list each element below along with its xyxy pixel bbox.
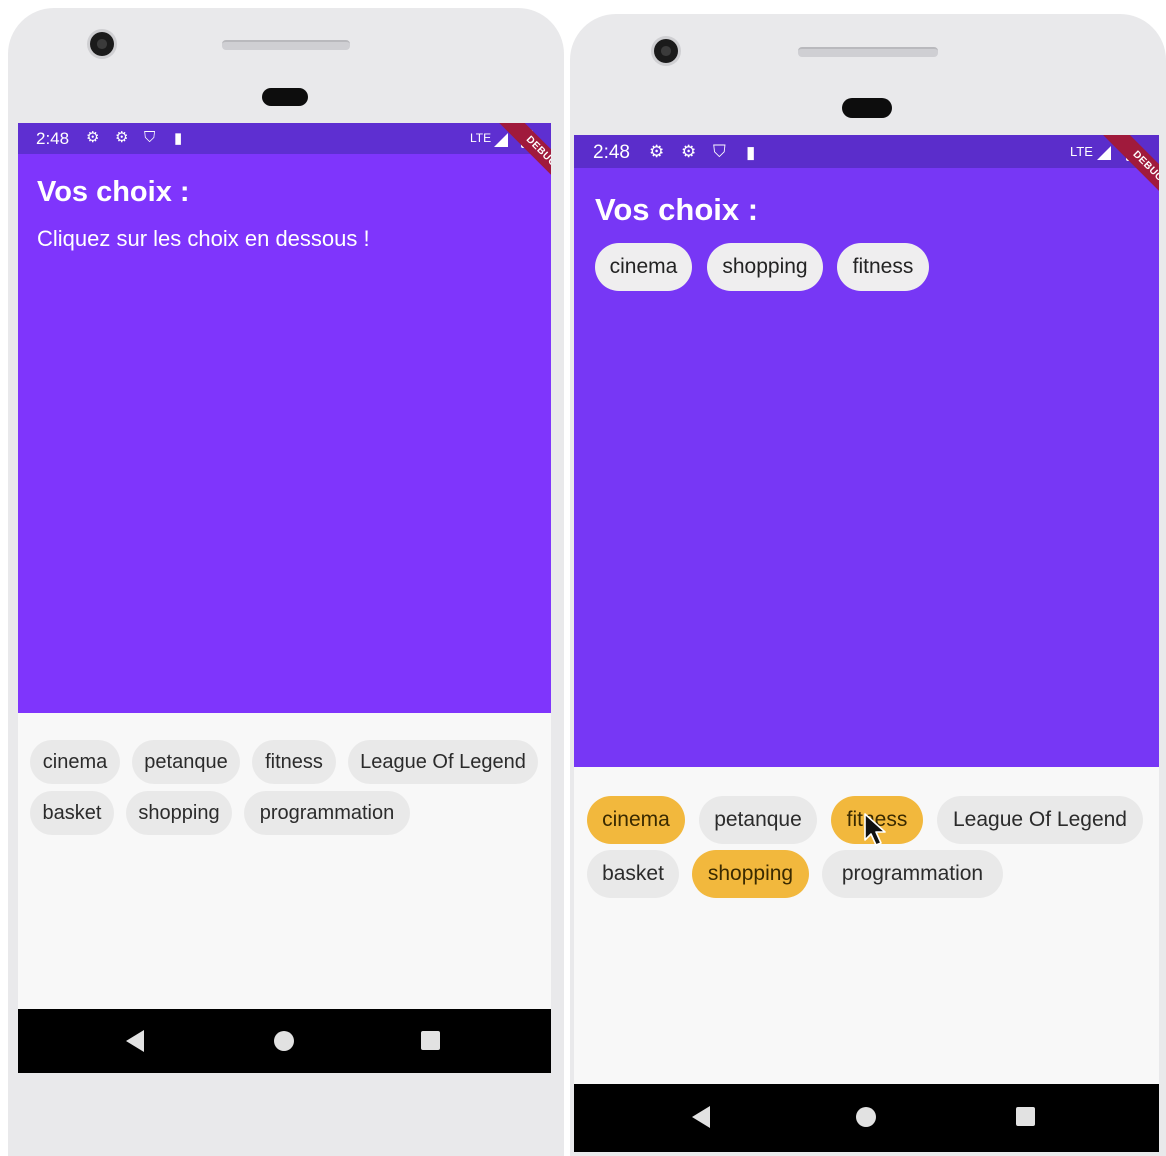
- network-type: LTE: [470, 131, 492, 145]
- front-camera-icon: [90, 32, 114, 56]
- chip-fitness[interactable]: fitness: [252, 740, 336, 784]
- screen: 2:48 ⚙ ⚙ ⛉ ▮ LTE Vos choix : Cliquez sur…: [18, 123, 551, 1073]
- screen: 2:48 ⚙ ⚙ ⛉ ▮ LTE Vos choix : cinema shop…: [574, 135, 1159, 1152]
- signal-icon: [494, 133, 508, 147]
- recents-icon[interactable]: [421, 1031, 440, 1050]
- choices-header: Vos choix : cinema shopping fitness: [574, 168, 1159, 767]
- status-time: 2:48: [593, 142, 630, 163]
- phone-left: 2:48 ⚙ ⚙ ⛉ ▮ LTE Vos choix : Cliquez sur…: [8, 8, 564, 1156]
- phone-right: 2:48 ⚙ ⚙ ⛉ ▮ LTE Vos choix : cinema shop…: [570, 14, 1166, 1156]
- back-icon[interactable]: [126, 1030, 144, 1052]
- shield-icon: ⛉: [713, 142, 726, 161]
- instruction-text: Cliquez sur les choix en dessous !: [37, 226, 370, 251]
- chip-basket[interactable]: basket: [30, 791, 114, 835]
- status-bar: 2:48 ⚙ ⚙ ⛉ ▮ LTE: [18, 123, 551, 154]
- chip-programmation[interactable]: programmation: [822, 850, 1003, 898]
- status-bar: 2:48 ⚙ ⚙ ⛉ ▮ LTE: [574, 135, 1159, 168]
- status-time: 2:48: [36, 129, 70, 148]
- choices-header: Vos choix : Cliquez sur les choix en des…: [18, 154, 551, 713]
- page-title: Vos choix :: [595, 192, 759, 227]
- chip-basket[interactable]: basket: [587, 850, 679, 898]
- chip-league-of-legend[interactable]: League Of Legend: [348, 740, 538, 784]
- gear-icon: ⚙: [649, 142, 665, 161]
- home-icon[interactable]: [856, 1107, 876, 1127]
- chip-petanque[interactable]: petanque: [132, 740, 240, 784]
- sd-card-icon: ▮: [174, 130, 183, 147]
- home-icon[interactable]: [274, 1031, 294, 1051]
- mouse-cursor-icon: [864, 813, 886, 846]
- chip-petanque[interactable]: petanque: [699, 796, 817, 844]
- proximity-sensor: [842, 98, 892, 118]
- earpiece-speaker: [798, 47, 938, 57]
- navigation-bar: [574, 1084, 1159, 1152]
- chip-shopping[interactable]: shopping: [126, 791, 232, 835]
- proximity-sensor: [262, 88, 308, 106]
- chip-cinema[interactable]: cinema: [30, 740, 120, 784]
- navigation-bar: [18, 1009, 551, 1073]
- front-camera-icon: [654, 39, 678, 63]
- chip-shopping[interactable]: shopping: [692, 850, 809, 898]
- gear-icon: ⚙: [86, 129, 100, 146]
- back-icon[interactable]: [692, 1106, 710, 1128]
- selected-chip-fitness[interactable]: fitness: [837, 243, 929, 291]
- sd-card-icon: ▮: [746, 143, 756, 162]
- gear-icon: ⚙: [681, 142, 697, 161]
- selected-chip-cinema[interactable]: cinema: [595, 243, 692, 291]
- chip-league-of-legend[interactable]: League Of Legend: [937, 796, 1143, 844]
- gear-icon: ⚙: [115, 129, 129, 146]
- chip-cinema[interactable]: cinema: [587, 796, 685, 844]
- selected-chip-shopping[interactable]: shopping: [707, 243, 823, 291]
- page-title: Vos choix :: [37, 176, 190, 208]
- chip-programmation[interactable]: programmation: [244, 791, 410, 835]
- shield-icon: ⛉: [144, 129, 156, 146]
- earpiece-speaker: [222, 40, 350, 50]
- recents-icon[interactable]: [1016, 1107, 1035, 1126]
- network-type: LTE: [1070, 144, 1093, 159]
- signal-icon: [1097, 146, 1111, 160]
